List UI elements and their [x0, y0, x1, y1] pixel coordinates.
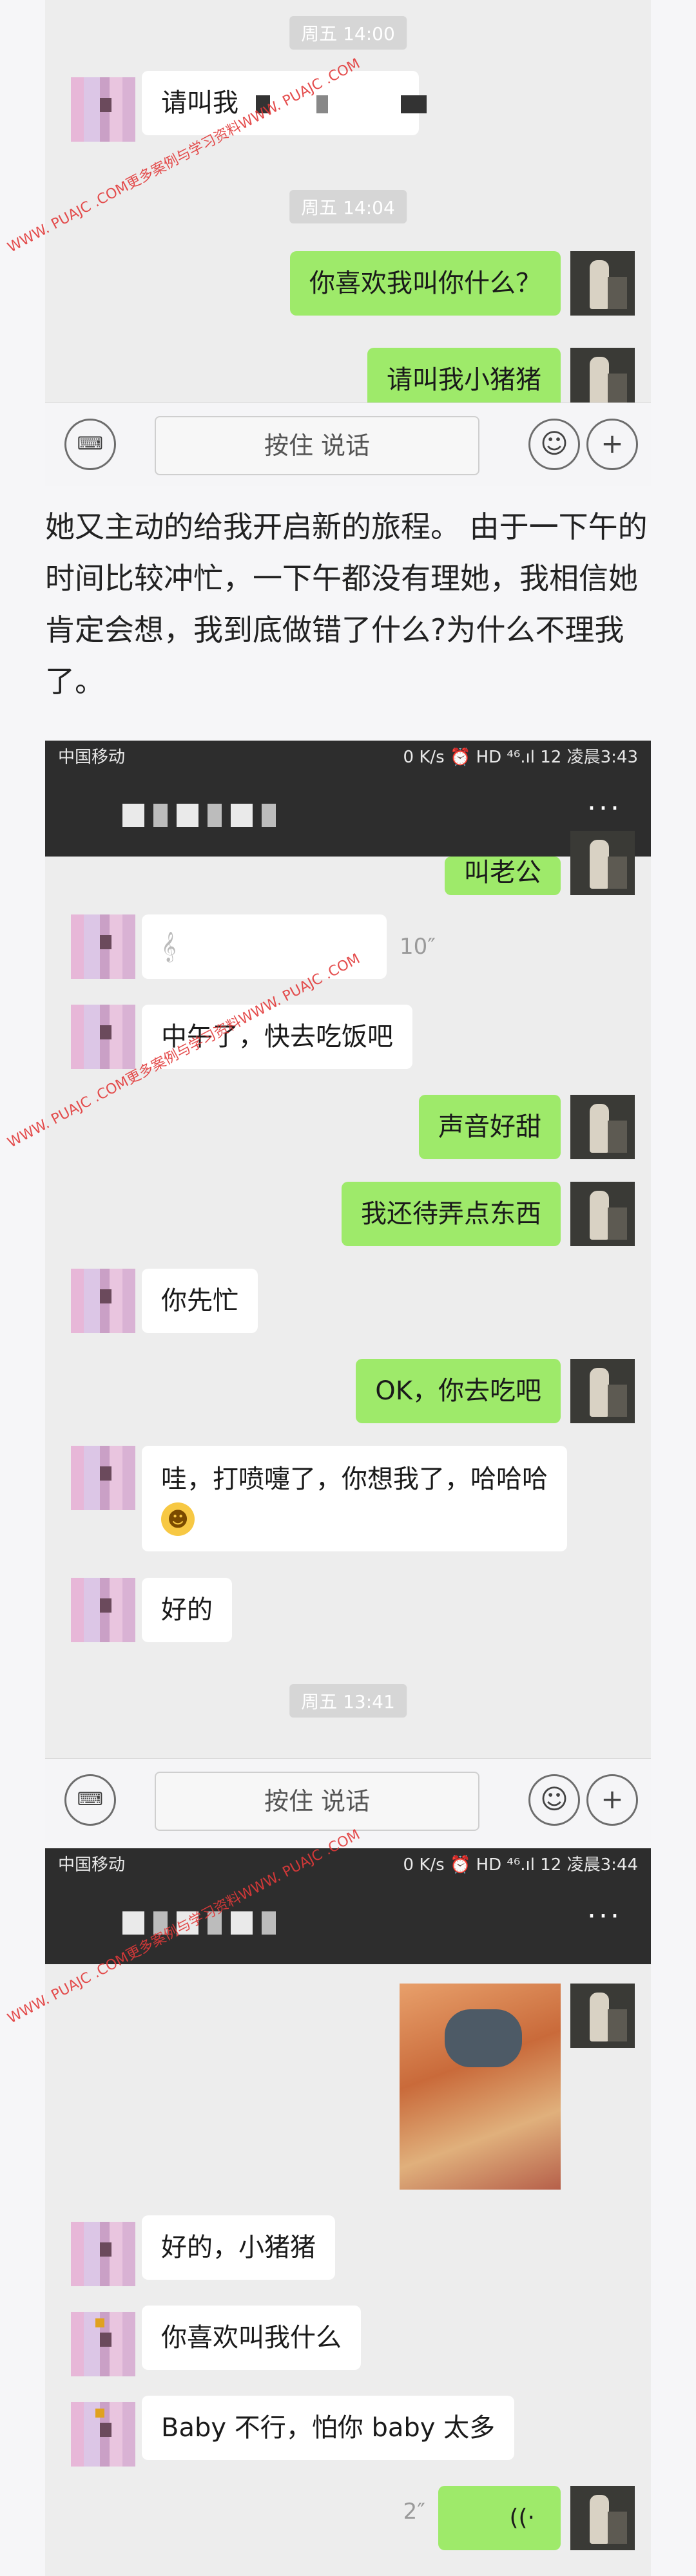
contact-name-blurred [122, 804, 277, 827]
status-indicators: 0 K/s ⏰ HD ⁴⁶.ıl 12 凌晨3:43 [403, 748, 638, 767]
carrier-label: 中国移动 [58, 1855, 126, 1875]
contact-avatar[interactable] [71, 1005, 135, 1069]
my-avatar[interactable] [570, 831, 635, 895]
contact-avatar[interactable] [71, 914, 135, 979]
message-bubble-me[interactable]: 声音好甜 [419, 1095, 561, 1159]
message-text: 哇，打喷嚏了，你想我了，哈哈哈 [161, 1464, 548, 1494]
emoji-icon[interactable]: ☺ [528, 1774, 580, 1826]
censor-mark [316, 95, 329, 113]
contact-avatar[interactable] [71, 2222, 135, 2286]
page-gutter-right [651, 0, 696, 2576]
my-avatar[interactable] [570, 1359, 635, 1423]
more-icon[interactable]: ··· [587, 1900, 622, 1933]
hold-to-talk-button[interactable]: 按住 说话 [155, 1772, 479, 1831]
article-paragraph: 她又主动的给我开启新的旅程。 由于一下午的时间比较冲忙，一下午都没有理她，我相信… [45, 509, 648, 699]
message-bubble-her[interactable]: 好的，小猪猪 [142, 2215, 335, 2280]
message-bubble-her[interactable]: 哇，打喷嚏了，你想我了，哈哈哈 ☻ [142, 1446, 567, 1551]
my-avatar[interactable] [570, 1095, 635, 1159]
status-bar: 中国移动 0 K/s ⏰ HD ⁴⁶.ıl 12 凌晨3:44 [45, 1848, 651, 1875]
plus-icon[interactable]: + [586, 419, 638, 470]
contact-avatar[interactable] [71, 1269, 135, 1333]
message-bubble-me[interactable]: 我还待弄点东西 [342, 1182, 561, 1246]
emoji-icon[interactable]: ☺ [528, 419, 580, 470]
contact-avatar[interactable] [71, 2402, 135, 2467]
voice-duration: 2″ [403, 2499, 425, 2524]
keyboard-icon[interactable]: ⌨ [64, 1774, 116, 1826]
timestamp: 周五 14:00 [289, 16, 407, 50]
timestamp: 周五 14:04 [289, 190, 407, 223]
message-bubble-her[interactable]: Baby 不行，怕你 baby 太多 [142, 2396, 515, 2460]
page-gutter-left [0, 0, 45, 2576]
keyboard-icon[interactable]: ⌨ [64, 419, 116, 470]
contact-avatar[interactable] [71, 1446, 135, 1510]
chat-header: ··· [45, 766, 651, 857]
hold-to-talk-button[interactable]: 按住 说话 [155, 416, 479, 475]
my-avatar[interactable] [570, 1984, 635, 2048]
message-text: 请叫我 [161, 88, 238, 118]
grin-emoji-icon: ☻ [161, 1502, 195, 1536]
my-avatar[interactable] [570, 251, 635, 316]
chat-screenshot-2: 中国移动 0 K/s ⏰ HD ⁴⁶.ıl 12 凌晨3:43 ··· 叫老公 … [45, 741, 651, 1842]
contact-avatar[interactable] [71, 1578, 135, 1642]
message-bubble-her[interactable]: 你喜欢叫我什么 [142, 2306, 361, 2370]
contact-avatar[interactable] [71, 77, 135, 142]
status-bar: 中国移动 0 K/s ⏰ HD ⁴⁶.ıl 12 凌晨3:43 [45, 741, 651, 767]
contact-avatar[interactable] [71, 2312, 135, 2376]
voice-message-me[interactable]: ((· [438, 2486, 561, 2550]
message-bubble-me[interactable]: 你喜欢我叫你什么？ [290, 251, 561, 316]
message-bubble-me[interactable]: OK，你去吃吧 [356, 1359, 561, 1423]
voice-duration: 10″ [400, 934, 436, 960]
more-icon[interactable]: ··· [587, 792, 622, 825]
message-bubble-her[interactable]: 好的 [142, 1578, 232, 1642]
message-bubble-me[interactable]: 叫老公 [445, 857, 561, 895]
plus-icon[interactable]: + [586, 1774, 638, 1826]
message-bubble-her[interactable]: 你先忙 [142, 1269, 258, 1333]
timestamp: 周五 13:41 [289, 1684, 407, 1718]
chat-input-bar: ⌨ 按住 说话 ☺ + [45, 402, 651, 486]
status-indicators: 0 K/s ⏰ HD ⁴⁶.ıl 12 凌晨3:44 [403, 1855, 638, 1875]
photo-message[interactable] [400, 1984, 561, 2190]
carrier-label: 中国移动 [58, 748, 126, 767]
my-avatar[interactable] [570, 1182, 635, 1246]
my-avatar[interactable] [570, 2486, 635, 2550]
censor-mark [401, 95, 427, 113]
